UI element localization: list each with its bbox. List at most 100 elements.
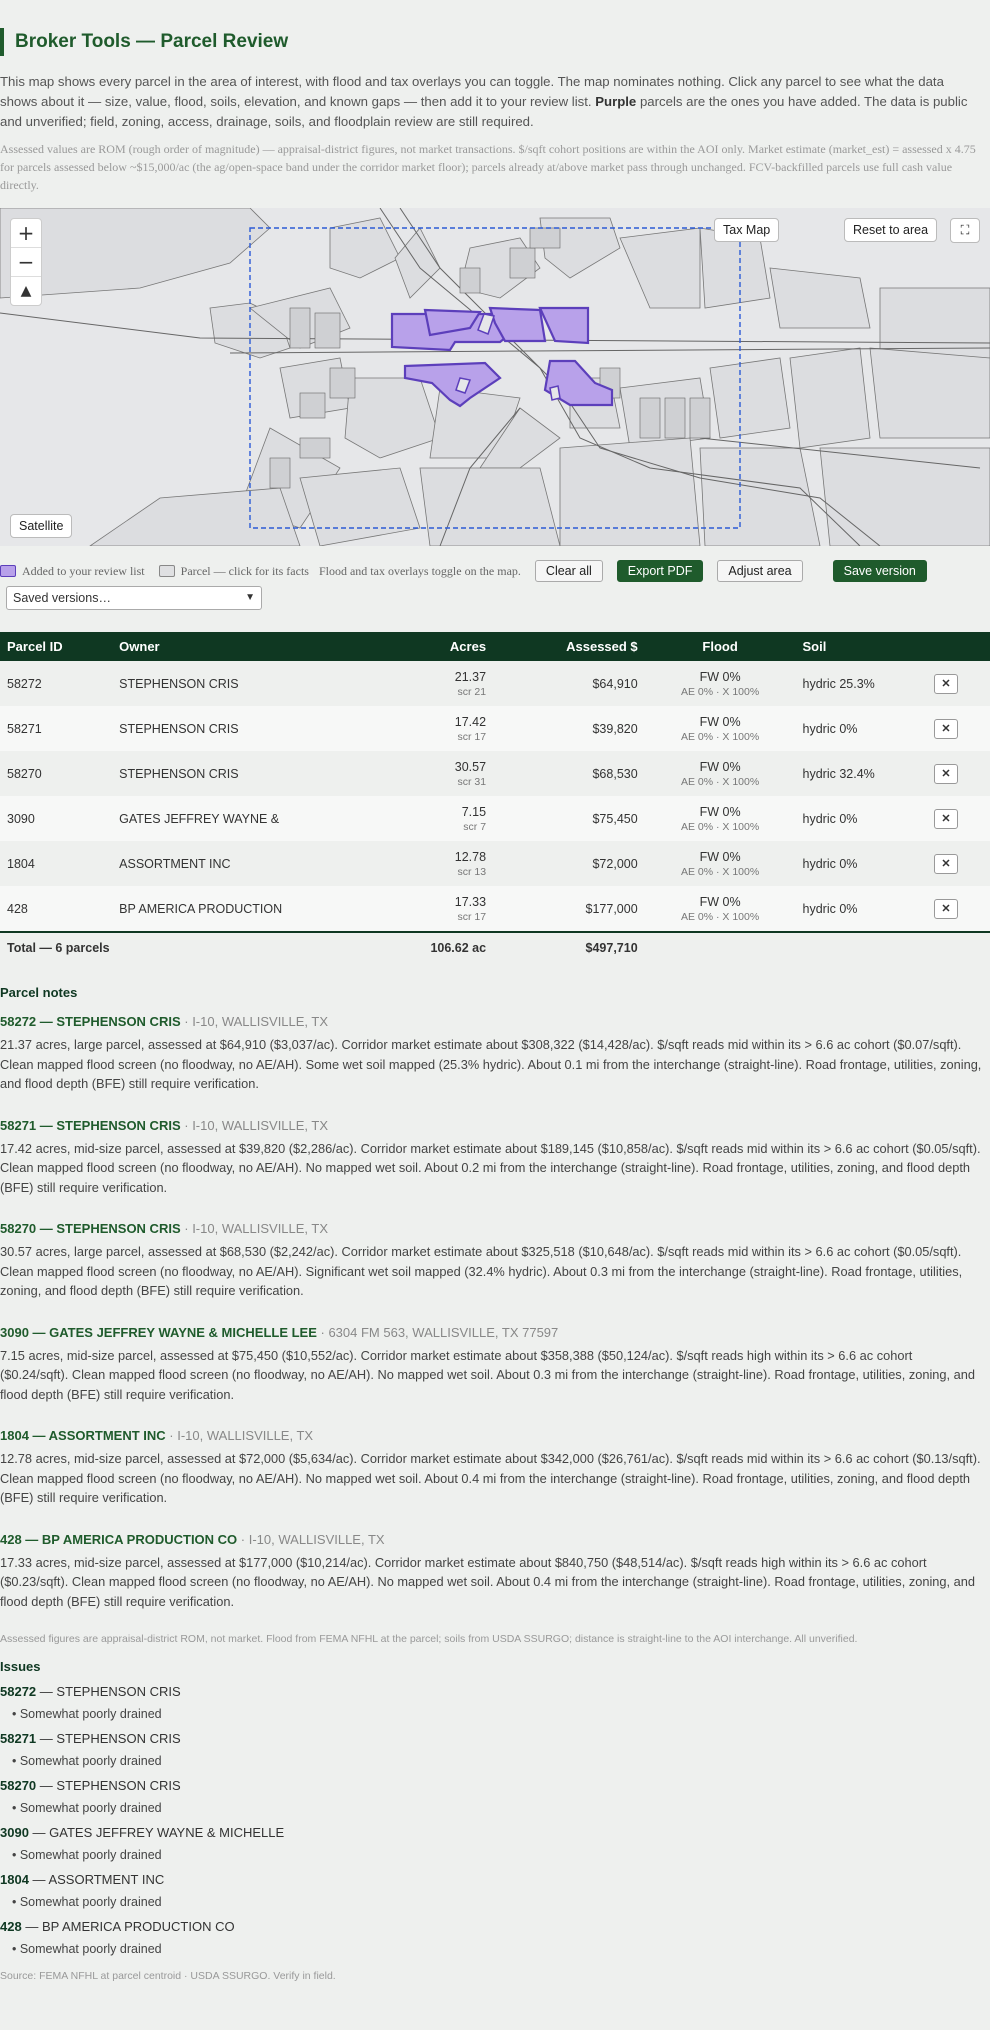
remove-button[interactable]: ✕ (934, 673, 958, 694)
soil: hydric 32.4% (795, 751, 927, 796)
chevron-down-icon: ▼ (245, 592, 255, 603)
review-table: Parcel ID Owner Acres Assessed $ Flood S… (0, 632, 990, 963)
note-location: · I-10, WALLISVILLE, TX (169, 1428, 314, 1443)
col-parcel-id: Parcel ID (0, 632, 113, 661)
review-swatch (0, 565, 16, 577)
flood: FW 0% (699, 849, 741, 864)
parcel-note: 58272 — STEPHENSON CRIS · I-10, WALLISVI… (0, 1014, 990, 1094)
zoom-out-button[interactable]: − (11, 248, 41, 277)
issue-parcel-name: — STEPHENSON CRIS (39, 1684, 181, 1699)
acres-cell: 21.37 scr 21 (361, 661, 494, 706)
remove-button[interactable]: ✕ (934, 853, 958, 874)
assessed: $72,000 (493, 841, 645, 886)
scr: scr 17 (457, 910, 487, 923)
acres-cell: 30.57 scr 31 (361, 751, 494, 796)
acres: 17.33 (454, 894, 487, 909)
zoom-in-button[interactable]: + (11, 219, 41, 248)
parcel-note: 1804 — ASSORTMENT INC · I-10, WALLISVILL… (0, 1428, 990, 1508)
flood-sub: AE 0% · X 100% (680, 685, 760, 698)
review-legend-label: Added to your review list (22, 563, 145, 578)
soil: hydric 0% (795, 706, 927, 751)
clear-all-button[interactable]: Clear all (534, 560, 603, 582)
save-version-button[interactable]: Save version (832, 560, 927, 582)
note-body: 12.78 acres, mid-size parcel, assessed a… (0, 1451, 981, 1505)
parcel-note: 58271 — STEPHENSON CRIS · I-10, WALLISVI… (0, 1118, 990, 1198)
issue-parcel-id: 3090 (0, 1825, 29, 1840)
table-total-row: Total — 6 parcels 106.62 ac $497,710 (0, 931, 990, 963)
note-head: 3090 — GATES JEFFREY WAYNE & MICHELLE LE… (0, 1325, 990, 1340)
note-location: · I-10, WALLISVILLE, TX (240, 1531, 385, 1547)
flood: FW 0% (699, 804, 741, 819)
assessed: $68,530 (493, 751, 645, 796)
flood-cell: FW 0% AE 0% · X 100% (644, 796, 796, 841)
note-head: 428 — BP AMERICA PRODUCTION CO · I-10, W… (0, 1532, 990, 1547)
table-row[interactable]: 58272 STEPHENSON CRIS 21.37 scr 21 $64,910 FW… (0, 661, 990, 706)
fullscreen-icon[interactable]: ⛶ (950, 218, 980, 243)
flood-cell: FW 0% AE 0% · X 100% (644, 661, 796, 706)
north-arrow-icon[interactable]: ▲ (11, 277, 41, 305)
acres: 7.15 (461, 804, 487, 819)
owner: STEPHENSON CRIS (112, 706, 362, 751)
flood-sub: AE 0% · X 100% (680, 730, 760, 743)
remove-button[interactable]: ✕ (934, 718, 958, 739)
parcel-note: 58270 — STEPHENSON CRIS · I-10, WALLISVI… (0, 1221, 990, 1301)
issues-title: Issues (0, 1659, 41, 1674)
flood-sub: AE 0% · X 100% (680, 820, 760, 833)
remove-button[interactable]: ✕ (934, 898, 958, 919)
table-row[interactable]: 58271 STEPHENSON CRIS 17.42 scr 17 $39,820 FW… (0, 706, 990, 751)
assessed: $64,910 (493, 661, 645, 706)
saved-versions-value: Saved versions… (13, 591, 111, 605)
acres: 12.78 (454, 849, 487, 864)
saved-versions-select[interactable]: Saved versions… ▼ (6, 586, 262, 610)
adjust-area-button[interactable]: Adjust area (717, 560, 803, 582)
export-pdf-button[interactable]: Export PDF (616, 560, 704, 582)
satellite-button[interactable]: Satellite (10, 514, 73, 538)
reset-area-button[interactable]: Reset to area (844, 218, 938, 242)
col-flood: Flood (644, 632, 796, 661)
assessed: $39,820 (493, 706, 645, 751)
issue-parcel: 1804 — ASSORTMENT INC (0, 1872, 990, 1887)
soil: hydric 25.3% (795, 661, 927, 706)
col-soil: Soil (795, 632, 927, 661)
assessed: $75,450 (493, 796, 645, 841)
table-row[interactable]: 58270 STEPHENSON CRIS 30.57 scr 31 $68,530 FW… (0, 751, 990, 796)
issue-item: • Somewhat poorly drained (12, 1895, 162, 1909)
note-title: 58271 — STEPHENSON CRIS (0, 1117, 181, 1133)
owner: ASSORTMENT INC (112, 841, 362, 886)
flood: FW 0% (699, 759, 741, 774)
col-assessed: Assessed $ (493, 632, 645, 661)
issue-parcel-name: — STEPHENSON CRIS (39, 1731, 181, 1746)
soil: hydric 0% (795, 886, 927, 932)
zoom-control[interactable]: + − ▲ (10, 218, 42, 306)
issue-item: • Somewhat poorly drained (12, 1942, 162, 1956)
map-canvas[interactable] (0, 208, 990, 546)
soil: hydric 0% (795, 796, 927, 841)
parcel-swatch (158, 565, 175, 577)
issue-parcel: 58272 — STEPHENSON CRIS (0, 1684, 990, 1699)
table-row[interactable]: 428 BP AMERICA PRODUCTION 17.33 scr 17 $177,… (0, 886, 990, 932)
remove-button[interactable]: ✕ (934, 808, 958, 829)
remove-button[interactable]: ✕ (934, 763, 958, 784)
owner: BP AMERICA PRODUCTION (112, 886, 362, 932)
issue-item: • Somewhat poorly drained (12, 1801, 162, 1815)
issue-parcel: 58270 — STEPHENSON CRIS (0, 1778, 990, 1793)
col-owner: Owner (112, 632, 362, 661)
table-row[interactable]: 3090 GATES JEFFREY WAYNE & 7.15 scr 7 $75,45… (0, 796, 990, 841)
table-row[interactable]: 1804 ASSORTMENT INC 12.78 scr 13 $72,000 FW 0… (0, 841, 990, 886)
note-title: 1804 — ASSORTMENT INC (0, 1428, 166, 1443)
parcel-id: 58270 (0, 751, 113, 796)
parcel-notes: 58272 — STEPHENSON CRIS · I-10, WALLISVI… (0, 1014, 990, 1611)
acres: 17.42 (454, 714, 487, 729)
issues-list: 58272 — STEPHENSON CRIS • Somewhat poorly… (0, 1684, 990, 1956)
assessed: $177,000 (493, 886, 645, 932)
note-body: 17.42 acres, mid-size parcel, assessed a… (0, 1140, 981, 1195)
col-actions (927, 632, 990, 661)
scr: scr 31 (457, 775, 487, 788)
parcel-map[interactable]: + − ▲ Tax Map Reset to area ⛶ Satellite (0, 208, 990, 546)
legend-toolbar: Added to your review list Parcel — click… (0, 560, 990, 582)
parcel-id: 3090 (0, 796, 113, 841)
issue-item: • Somewhat poorly drained (12, 1707, 162, 1721)
issue-parcel-id: 428 (0, 1919, 22, 1934)
tax-map-button[interactable]: Tax Map (714, 218, 780, 242)
notes-title: Parcel notes (0, 985, 78, 1000)
